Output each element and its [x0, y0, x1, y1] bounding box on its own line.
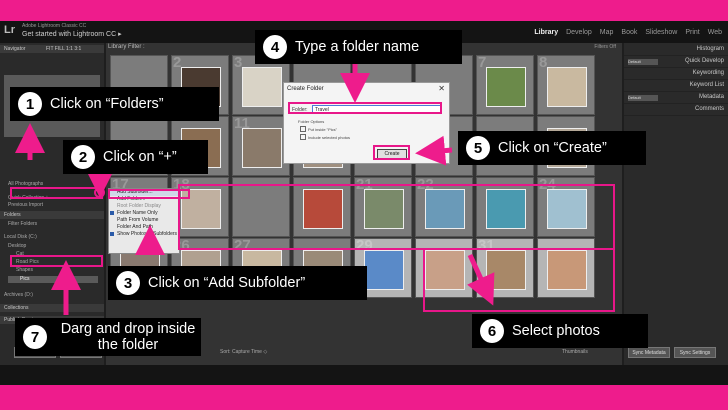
folders-highlight [10, 187, 103, 199]
create-button-highlight [373, 145, 410, 160]
close-icon[interactable]: ✕ [438, 84, 445, 93]
keyword-list-row[interactable]: Keyword List [624, 81, 728, 92]
step-5-text: Click on “Create” [498, 140, 607, 156]
keywording-label: Keywording [692, 70, 724, 76]
sort-label: Sort: [220, 349, 231, 355]
module-picker: Library Develop Map Book Slideshow Print… [534, 29, 722, 36]
photo-thumbnail[interactable] [486, 67, 526, 107]
add-folder-plus-button[interactable]: + [96, 188, 100, 195]
folders-label: Folders [4, 212, 21, 218]
callout-step-5: 5 Click on “Create” [458, 131, 646, 165]
step-1-text: Click on “Folders” [50, 96, 164, 112]
put-inside-checkbox[interactable]: Put inside "Pics" [300, 126, 337, 132]
pics-folder-highlight [10, 255, 103, 267]
step-6-badge: 6 [480, 319, 504, 343]
sync-metadata-button[interactable]: Sync Metadata [628, 347, 670, 358]
menu-folder-and-path[interactable]: Folder And Path [109, 224, 179, 231]
callout-step-4: 4 Type a folder name [255, 30, 462, 64]
app-title[interactable]: Get started with Lightroom CC ▸ [22, 30, 122, 38]
row-selection-highlight [178, 184, 615, 250]
step-7-badge: 7 [23, 325, 47, 349]
photo-thumbnail[interactable] [242, 67, 282, 107]
photo-thumbnail[interactable] [547, 67, 587, 107]
sort-control[interactable]: Sort: Capture Time ◇ [220, 349, 267, 355]
callout-step-6: 6 Select photos [472, 314, 648, 348]
navigator-label: Navigator [4, 46, 26, 52]
menu-path-from-volume[interactable]: Path From Volume [109, 217, 179, 224]
catalog-previous-import[interactable]: Previous Import [8, 202, 43, 208]
include-selected-photos-checkbox[interactable]: Include selected photos [300, 134, 350, 140]
lightroom-logo: Lr [4, 24, 15, 36]
collections-header[interactable]: Collections [0, 304, 104, 312]
metadata-label: Metadata [698, 94, 724, 100]
filters-off-dropdown[interactable]: Filters Off [594, 44, 616, 50]
module-slideshow[interactable]: Slideshow [645, 29, 677, 36]
module-print[interactable]: Print [685, 29, 699, 36]
photo-thumbnail[interactable] [242, 128, 282, 168]
collections-label: Collections [4, 305, 29, 311]
module-web[interactable]: Web [708, 29, 722, 36]
menu-root-folder-display: Root Folder Display [117, 203, 161, 209]
step-3-text: Click on “Add Subfolder” [148, 275, 306, 291]
bottom-bar [0, 365, 728, 385]
folder-name-highlight [288, 102, 442, 114]
dialog-title: Create Folder [287, 86, 324, 92]
comments-label: Comments [694, 106, 724, 112]
module-book[interactable]: Book [621, 29, 637, 36]
grid-cell[interactable]: 11 [232, 116, 290, 176]
step-1-badge: 1 [18, 92, 42, 116]
quick-develop-label: Quick Develop [684, 58, 724, 64]
volume-archives[interactable]: Archives (D:) [4, 292, 33, 298]
folder-pics: Pics [20, 276, 30, 282]
step-6-text: Select photos [512, 323, 600, 339]
step-7-text: Darg and drop inside the folder [60, 321, 196, 353]
callout-step-2: 2 Click on “+” [63, 140, 208, 174]
callout-step-3: 3 Click on “Add Subfolder” [108, 266, 367, 300]
quick-develop-preset[interactable]: Default [628, 59, 658, 65]
navigator-zoom-modes[interactable]: FIT FILL 1:1 3:1 [46, 46, 81, 52]
quick-develop-row[interactable]: Default Quick Develop [624, 57, 728, 68]
navigator-header[interactable]: Navigator FIT FILL 1:1 3:1 [0, 45, 104, 53]
step-2-badge: 2 [71, 145, 95, 169]
folder-options-label: Folder Options [298, 119, 325, 124]
histogram-row[interactable]: Histogram [624, 45, 728, 56]
step-3-badge: 3 [116, 271, 140, 295]
grid-cell[interactable]: 8 [537, 55, 595, 115]
grid-cell[interactable]: 7 [476, 55, 534, 115]
bottom-selection-highlight [423, 248, 615, 312]
module-develop[interactable]: Develop [566, 29, 592, 36]
step-4-badge: 4 [263, 35, 287, 59]
app-title-small: Adobe Lightroom Classic CC [22, 23, 87, 29]
step-5-badge: 5 [466, 136, 490, 160]
histogram-label: Histogram [696, 46, 724, 52]
callout-step-1: 1 Click on “Folders” [10, 87, 219, 121]
metadata-row[interactable]: Default Metadata [624, 93, 728, 104]
library-filter-label: Library Filter : [108, 44, 145, 50]
step-2-text: Click on “+” [103, 149, 177, 165]
module-map[interactable]: Map [600, 29, 614, 36]
comments-row[interactable]: Comments [624, 105, 728, 116]
module-library[interactable]: Library [534, 29, 558, 36]
keyword-list-label: Keyword List [689, 82, 724, 88]
callout-step-7: 7 Darg and drop inside the folder [15, 318, 201, 356]
step-4-text: Type a folder name [295, 39, 420, 55]
menu-show-photos-in-subfolders[interactable]: Show Photos in Subfolders [109, 231, 179, 238]
keywording-row[interactable]: Keywording [624, 69, 728, 80]
photo-thumbnail[interactable] [364, 250, 404, 290]
folders-header[interactable]: Folders [0, 211, 104, 219]
metadata-preset[interactable]: Default [628, 95, 658, 101]
grid-cell[interactable]: 3 [232, 55, 290, 115]
folder-desktop[interactable]: Desktop [8, 243, 26, 249]
sync-settings-button[interactable]: Sync Settings [674, 347, 716, 358]
folder-pics-row[interactable]: Pics [8, 276, 98, 283]
create-folder-dialog: Create Folder ✕ Folder: Travel Folder Op… [283, 82, 450, 164]
sort-value: Capture Time ◇ [231, 349, 268, 355]
menu-folder-name-only[interactable]: Folder Name Only [109, 210, 179, 217]
folder-shapes[interactable]: Shapes [16, 267, 33, 273]
filter-folders-field[interactable]: Filter Folders [8, 221, 37, 227]
volume-local-disk[interactable]: Local Disk (C:) [4, 234, 37, 240]
thumbnails-slider[interactable]: Thumbnails [562, 349, 588, 355]
